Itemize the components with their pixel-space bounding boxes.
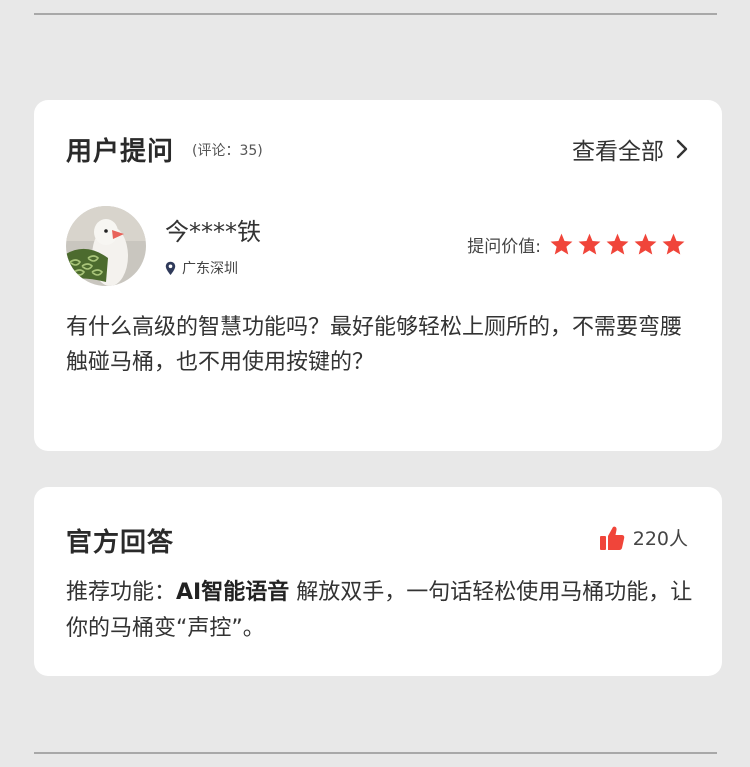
section-title: 官方回答 [66, 528, 175, 558]
user-question-card: 用户提问 (评论：35) 查看全部 今****铁 广东深圳 提问价值: 有什么高… [34, 100, 722, 451]
view-all-label: 查看全部 [572, 139, 664, 165]
location: 广东深圳 [165, 258, 238, 278]
answer-prefix: 推荐功能： [66, 580, 177, 605]
official-answer-card: 官方回答 220人 推荐功能：AI智能语音 解放双手，一句话轻松使用马桶功能，让… [34, 487, 722, 676]
rating-label: 提问价值: [467, 237, 541, 257]
rating-stars [549, 232, 686, 257]
question-text: 有什么高级的智慧功能吗？最好能够轻松上厕所的，不需要弯腰触碰马桶，也不用使用按键… [66, 315, 683, 375]
username: 今****铁 [165, 218, 261, 246]
view-all-link[interactable]: 查看全部 [572, 132, 688, 166]
location-pin-icon [165, 261, 176, 275]
star-icon [550, 233, 573, 255]
star-icon [662, 233, 685, 255]
thumbs-up-icon [599, 526, 625, 550]
like-button[interactable]: 220人 [599, 524, 688, 551]
avatar[interactable] [66, 206, 146, 286]
star-icon [606, 233, 629, 255]
star-icon [578, 233, 601, 255]
bottom-divider [34, 752, 717, 754]
top-divider [34, 13, 717, 15]
answer-text: 推荐功能：AI智能语音 解放双手，一句话轻松使用马桶功能，让你的马桶变“声控”。 [66, 575, 701, 647]
section-title: 用户提问 [66, 137, 175, 167]
location-text: 广东深圳 [182, 261, 238, 277]
like-count: 220人 [632, 528, 688, 550]
comment-count: (评论：35) [192, 143, 263, 159]
chevron-right-icon [676, 139, 688, 159]
answer-highlight: AI智能语音 [176, 580, 290, 605]
star-icon [634, 233, 657, 255]
question-rating: 提问价值: [467, 232, 686, 257]
